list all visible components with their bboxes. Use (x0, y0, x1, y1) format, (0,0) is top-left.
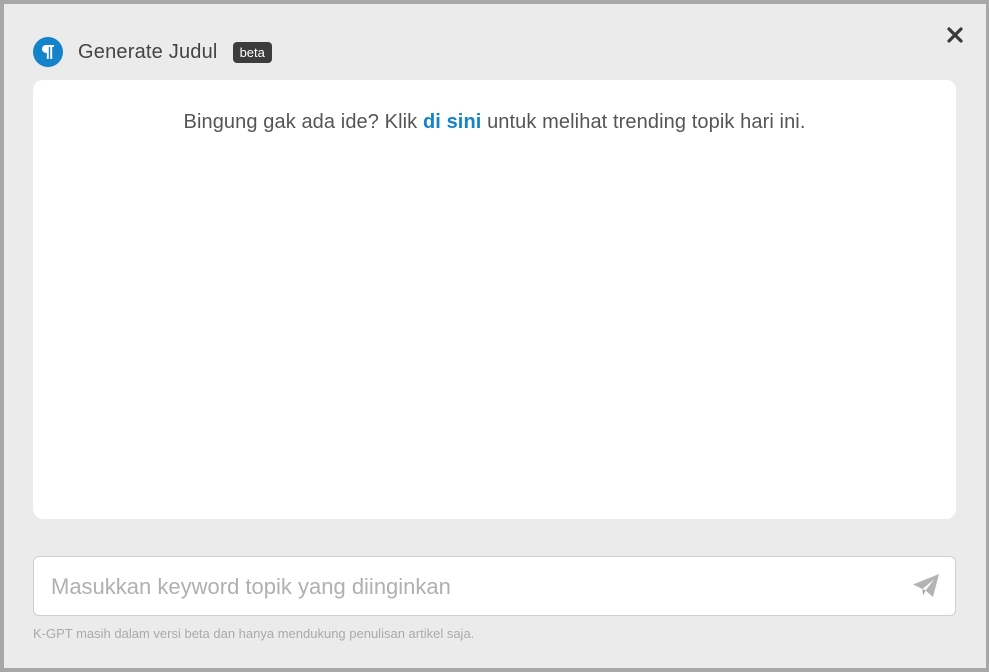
close-icon[interactable] (944, 24, 966, 46)
trending-link[interactable]: di sini (423, 111, 481, 133)
generate-title-modal: Generate Judul beta Bingung gak ada ide?… (4, 4, 986, 668)
beta-badge: beta (232, 41, 272, 63)
beta-disclaimer: K-GPT masih dalam versi beta dan hanya m… (33, 626, 475, 641)
keyword-input-container (33, 556, 956, 617)
keyword-input[interactable] (49, 557, 903, 617)
hint-text-before: Bingung gak ada ide? Klik (183, 111, 423, 133)
modal-header: Generate Judul beta (33, 36, 272, 68)
trending-hint: Bingung gak ada ide? Klik di sini untuk … (33, 111, 956, 134)
results-panel: Bingung gak ada ide? Klik di sini untuk … (33, 80, 956, 519)
hint-text-after: untuk melihat trending topik hari ini. (481, 111, 806, 133)
paragraph-icon (33, 37, 63, 67)
send-icon[interactable] (911, 572, 941, 600)
modal-title: Generate Judul (78, 40, 218, 63)
